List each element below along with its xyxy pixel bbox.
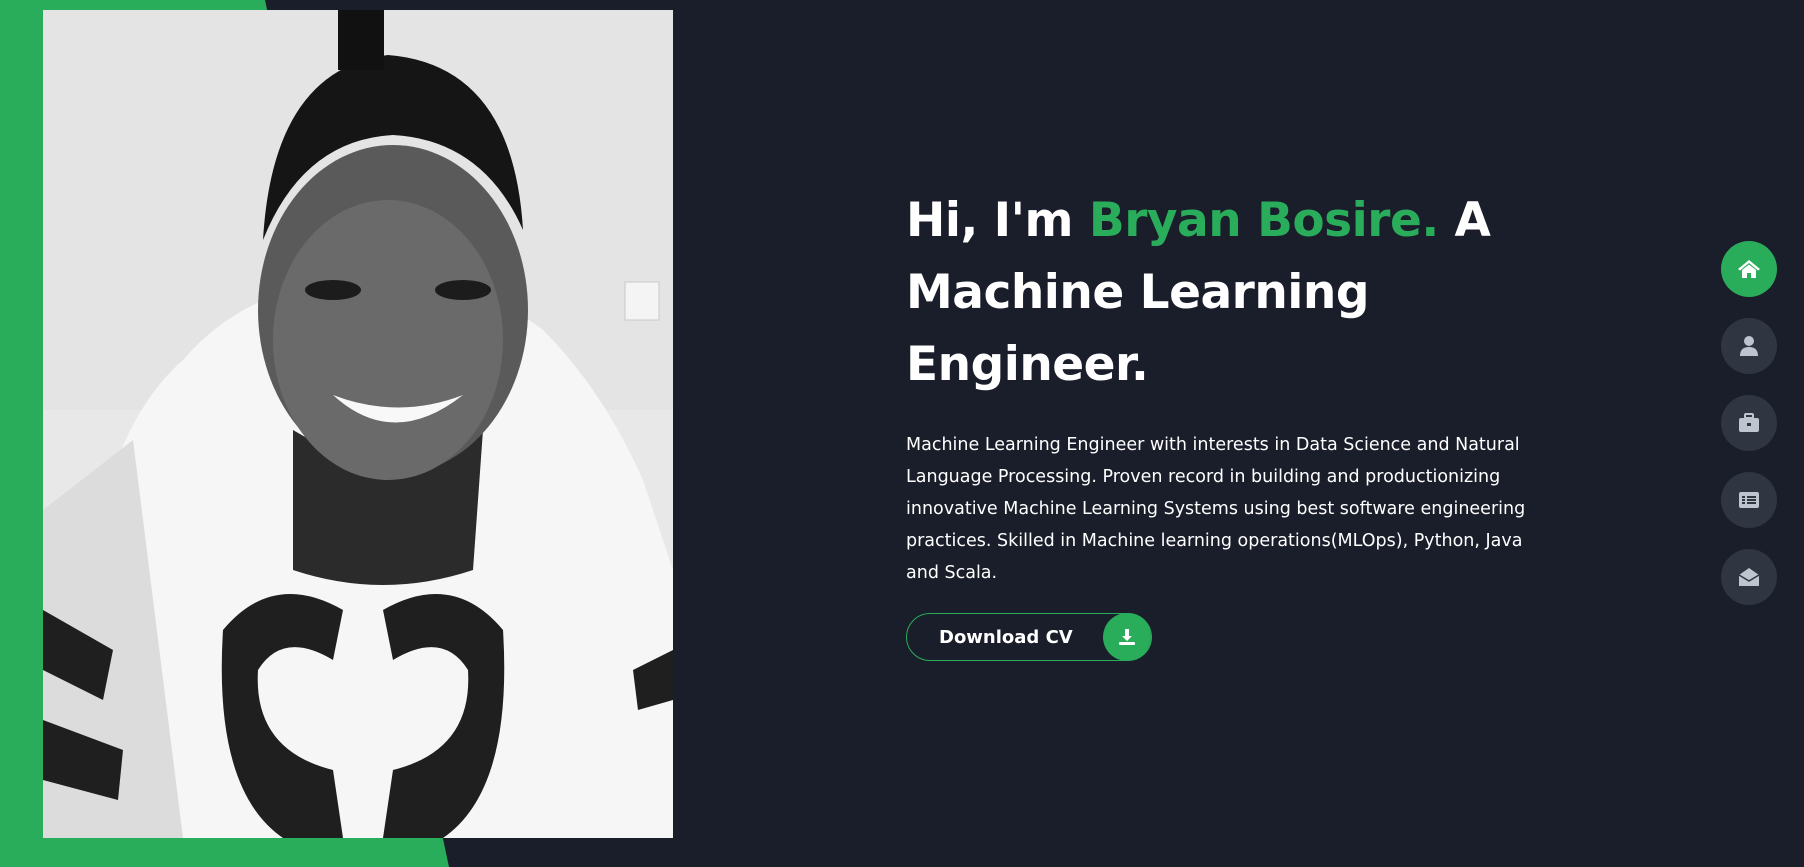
briefcase-icon: [1738, 413, 1760, 433]
home-icon: [1737, 258, 1761, 280]
download-icon: [1102, 613, 1151, 661]
hero-section: Hi, I'm Bryan Bosire. A Machine Learning E…: [906, 185, 1546, 661]
role-text-1: A: [1438, 193, 1491, 248]
user-icon: [1739, 335, 1759, 357]
hero-headline: Hi, I'm Bryan Bosire. A Machine Learning E…: [906, 185, 1546, 401]
nav-portfolio-button[interactable]: [1721, 395, 1777, 451]
nav-contact-button[interactable]: [1721, 549, 1777, 605]
profile-photo: [43, 10, 673, 838]
envelope-open-icon: [1738, 567, 1760, 587]
greeting-text: Hi, I'm: [906, 193, 1089, 248]
download-cv-button[interactable]: Download CV: [906, 613, 1152, 661]
download-cv-label: Download CV: [939, 626, 1073, 648]
side-navigation: [1721, 241, 1777, 626]
hero-description: Machine Learning Engineer with interests…: [906, 435, 1526, 583]
nav-home-button[interactable]: [1721, 241, 1777, 297]
nav-about-button[interactable]: [1721, 318, 1777, 374]
role-text-3: Engineer.: [906, 337, 1149, 392]
name-text: Bryan Bosire.: [1088, 193, 1439, 248]
list-icon: [1738, 491, 1760, 509]
nav-blog-button[interactable]: [1721, 472, 1777, 528]
role-text-2: Machine Learning: [906, 265, 1370, 320]
